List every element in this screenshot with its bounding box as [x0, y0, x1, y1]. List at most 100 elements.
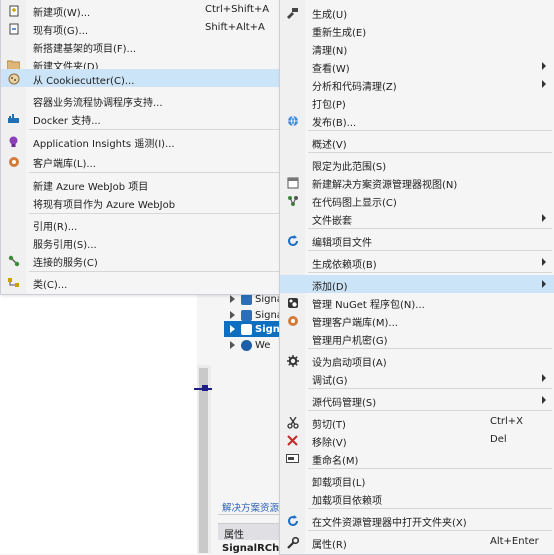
menu-item-build-dependencies[interactable]: 生成依赖项(B)	[280, 253, 554, 271]
menu-item-show-on-code-map[interactable]: 在代码图上显示(C)	[280, 191, 554, 209]
menu-separator	[29, 129, 279, 130]
tree-item-label: We	[255, 339, 271, 351]
rename-icon	[286, 452, 299, 465]
menu-item-build[interactable]: 生成(U)	[280, 3, 554, 21]
scissors-icon	[286, 416, 299, 429]
menu-item-application-insights[interactable]: Application Insights 遥测(I)...	[1, 132, 281, 150]
existing-item-icon	[7, 22, 20, 35]
menu-item-reference[interactable]: 引用(R)...	[1, 215, 281, 233]
project-icon	[241, 309, 252, 321]
submenu-arrow-icon	[542, 396, 546, 404]
menu-separator	[29, 172, 279, 173]
expand-arrow-icon[interactable]	[230, 325, 235, 333]
expand-arrow-icon[interactable]	[230, 311, 235, 319]
cookiecutter-icon	[7, 72, 20, 85]
menu-item-debug[interactable]: 调试(G)	[280, 369, 554, 387]
menu-item-set-startup-project[interactable]: 设为启动项目(A)	[280, 351, 554, 369]
menu-item-existing-as-webjob[interactable]: 将现有项目作为 Azure WebJob	[1, 193, 281, 211]
menu-item-connected-service[interactable]: 连接的服务(C)	[1, 251, 281, 269]
menu-item-properties[interactable]: 属性(R) Alt+Enter	[280, 533, 554, 551]
wrench-icon	[286, 536, 299, 549]
properties-object-name: SignalRCha	[222, 543, 286, 554]
menu-item-scaffolded-item[interactable]: 新搭建基架的项目(F)...	[1, 37, 281, 55]
menu-item-service-reference[interactable]: 服务引用(S)...	[1, 233, 281, 251]
menu-item-rebuild[interactable]: 重新生成(E)	[280, 21, 554, 39]
expand-arrow-icon[interactable]	[230, 341, 235, 349]
menu-item-class[interactable]: 类(C)...	[1, 273, 281, 291]
splitter-marker-dot	[202, 385, 208, 391]
menu-item-new-solution-explorer-view[interactable]: 新建解决方案资源管理器视图(N)	[280, 173, 554, 191]
menu-item-source-control[interactable]: 源代码管理(S)	[280, 391, 554, 409]
menu-item-file-nesting[interactable]: 文件嵌套	[280, 209, 554, 227]
menu-item-load-dependencies[interactable]: 加载项目依赖项	[280, 489, 554, 507]
menu-item-add[interactable]: 添加(D)	[280, 275, 554, 293]
menu-item-open-in-explorer[interactable]: 在文件资源管理器中打开文件夹(X)	[280, 511, 554, 529]
submenu-arrow-icon	[542, 280, 546, 288]
menu-item-unload-project[interactable]: 卸载项目(L)	[280, 471, 554, 489]
menu-item-new-webjob-project[interactable]: 新建 Azure WebJob 项目	[1, 175, 281, 193]
connected-service-icon	[7, 254, 20, 267]
splitter-bar[interactable]	[199, 368, 208, 553]
submenu-arrow-icon	[542, 258, 546, 266]
add-submenu: 新建项(W)... Ctrl+Shift+A 现有项(G)... Shift+A…	[0, 0, 282, 295]
menu-separator	[29, 271, 279, 272]
submenu-arrow-icon	[542, 214, 546, 222]
properties-header: 属性	[218, 523, 283, 541]
menu-item-manage-client-libraries[interactable]: 管理客户端库(M)...	[280, 311, 554, 329]
menu-item-client-library[interactable]: 客户端库(L)...	[1, 152, 281, 170]
menu-item-scope-to-this[interactable]: 限定为此范围(S)	[280, 155, 554, 173]
menu-item-analyze[interactable]: 分析和代码清理(Z)	[280, 75, 554, 93]
menu-separator	[308, 130, 552, 131]
menu-item-manage-nuget[interactable]: 管理 NuGet 程序包(N)...	[280, 293, 554, 311]
code-map-icon	[286, 194, 299, 207]
project-icon	[241, 293, 252, 305]
project-icon	[241, 323, 252, 335]
menu-separator	[29, 213, 279, 214]
editor-pane	[0, 293, 197, 554]
remove-x-icon	[286, 434, 299, 447]
lightbulb-icon	[7, 135, 20, 148]
menu-item-edit-project-file[interactable]: 编辑项目文件	[280, 231, 554, 249]
menu-item-overview[interactable]: 概述(V)	[280, 133, 554, 151]
menu-separator	[308, 410, 552, 411]
menu-separator	[308, 228, 552, 229]
docker-icon	[7, 112, 20, 125]
menu-separator	[308, 152, 552, 153]
tab-solution-explorer[interactable]: 解决方案资源	[222, 500, 284, 514]
build-icon	[286, 6, 299, 19]
web-project-icon	[241, 339, 252, 351]
new-view-icon	[286, 176, 299, 189]
menu-separator	[308, 250, 552, 251]
edit-refresh-icon	[286, 234, 299, 247]
client-library-icon	[286, 314, 299, 327]
menu-item-rename[interactable]: 重命名(M)	[280, 449, 554, 467]
properties-title: 属性	[224, 530, 244, 541]
menu-item-pack[interactable]: 打包(P)	[280, 93, 554, 111]
menu-item-remove[interactable]: 移除(V) Del	[280, 431, 554, 449]
expand-arrow-icon[interactable]	[230, 295, 235, 303]
submenu-arrow-icon	[542, 374, 546, 382]
menu-item-cut[interactable]: 剪切(T) Ctrl+X	[280, 413, 554, 431]
menu-item-docker-support[interactable]: Docker 支持...	[1, 109, 281, 127]
submenu-arrow-icon	[542, 62, 546, 70]
menu-separator	[308, 388, 552, 389]
menu-separator	[308, 508, 552, 509]
menu-item-manage-user-secrets[interactable]: 管理用户机密(G)	[280, 329, 554, 347]
menu-item-clean[interactable]: 清理(N)	[280, 39, 554, 57]
menu-item-new-item[interactable]: 新建项(W)... Ctrl+Shift+A	[1, 1, 281, 19]
tab-underline	[218, 514, 283, 515]
menu-separator	[308, 272, 552, 273]
menu-separator	[308, 468, 552, 469]
menu-separator	[308, 530, 552, 531]
menu-item-existing-item[interactable]: 现有项(G)... Shift+Alt+A	[1, 19, 281, 37]
menu-separator	[308, 348, 552, 349]
open-folder-refresh-icon	[286, 514, 299, 527]
project-context-menu: 生成(U) 重新生成(E) 清理(N) 查看(W) 分析和代码清理(Z) 打包(…	[279, 0, 554, 555]
menu-item-view[interactable]: 查看(W)	[280, 57, 554, 75]
class-icon	[7, 276, 20, 289]
menu-item-orchestrator-support[interactable]: 容器业务流程协调程序支持...	[1, 91, 281, 109]
gear-icon	[286, 354, 299, 367]
menu-item-publish[interactable]: 发布(B)...	[280, 111, 554, 129]
menu-item-cookiecutter[interactable]: 从 Cookiecutter(C)...	[1, 69, 281, 87]
publish-globe-icon	[286, 114, 299, 127]
